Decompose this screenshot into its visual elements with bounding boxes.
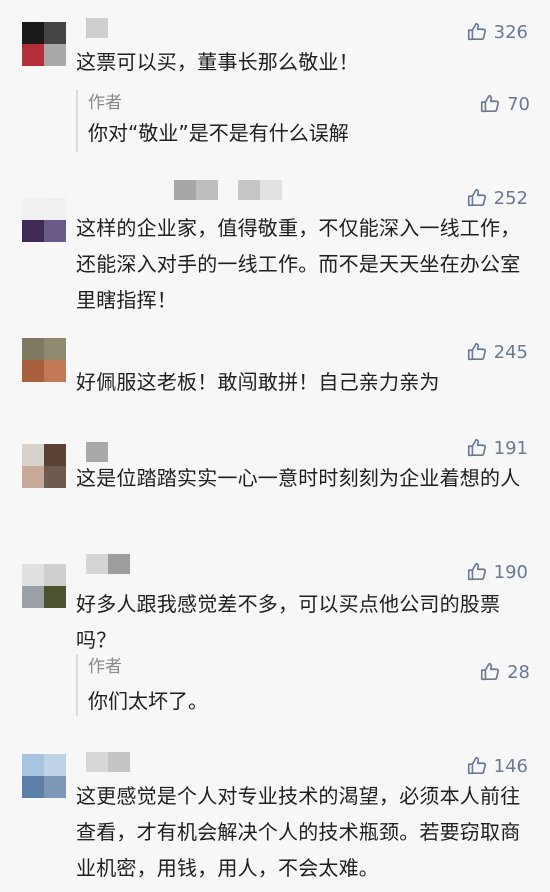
- reply-text: 你对“敬业”是不是有什么误解: [88, 121, 349, 145]
- thumbs-up-icon: [467, 438, 486, 457]
- like-count: 326: [493, 21, 528, 43]
- author-reply: 作者 70 你对“敬业”是不是有什么误解: [76, 90, 530, 152]
- avatar[interactable]: [22, 338, 66, 382]
- thumbs-up-icon: [467, 562, 486, 581]
- avatar[interactable]: [22, 564, 66, 608]
- thumbs-up-icon: [481, 94, 500, 113]
- like-button[interactable]: 28: [479, 658, 530, 686]
- comment-text: 好多人跟我感觉差不多，可以买点他公司的股票吗？: [76, 592, 501, 652]
- like-count: 245: [493, 341, 528, 363]
- like-button[interactable]: 245: [466, 338, 528, 366]
- reply-author: 作者: [88, 657, 122, 677]
- username-blurred[interactable]: [174, 180, 282, 200]
- thumbs-up-icon: [467, 756, 486, 775]
- comment-text: 这票可以买，董事长那么敬业！: [76, 50, 359, 74]
- like-button[interactable]: 191: [466, 434, 528, 462]
- like-count: 70: [507, 93, 530, 115]
- like-count: 146: [493, 755, 528, 777]
- like-count: 191: [493, 437, 528, 459]
- username-blurred[interactable]: [86, 442, 108, 462]
- thumbs-up-icon: [467, 22, 486, 41]
- like-count: 190: [493, 561, 528, 583]
- avatar[interactable]: [22, 198, 66, 242]
- author-reply: 作者 28 你们太坏了。: [76, 654, 530, 716]
- like-button[interactable]: 252: [466, 184, 528, 212]
- like-button[interactable]: 190: [466, 558, 528, 586]
- avatar[interactable]: [22, 754, 66, 798]
- avatar[interactable]: [22, 22, 66, 66]
- comment-text: 这更感觉是个人对专业技术的渴望，必须本人前往查看，才有机会解决个人的技术瓶颈。若…: [76, 784, 521, 880]
- like-button[interactable]: 326: [466, 18, 528, 46]
- like-button[interactable]: 70: [479, 90, 530, 118]
- avatar[interactable]: [22, 444, 66, 488]
- thumbs-up-icon: [467, 188, 486, 207]
- comment-text: 这样的企业家，值得敬重，不仅能深入一线工作，还能深入对手的一线工作。而不是天天坐…: [76, 216, 521, 312]
- thumbs-up-icon: [467, 342, 486, 361]
- reply-text: 你们太坏了。: [88, 689, 208, 713]
- username-blurred[interactable]: [86, 554, 130, 574]
- like-button[interactable]: 146: [466, 752, 528, 780]
- username-blurred[interactable]: [86, 752, 130, 772]
- like-count: 252: [493, 187, 528, 209]
- username-blurred[interactable]: [86, 18, 108, 38]
- thumbs-up-icon: [481, 662, 500, 681]
- like-count: 28: [507, 661, 530, 683]
- comment-text: 这是位踏踏实实一心一意时时刻刻为企业着想的人: [76, 466, 521, 490]
- reply-author: 作者: [88, 93, 122, 113]
- comment-text: 好佩服这老板！敢闯敢拼！自己亲力亲为: [76, 370, 440, 394]
